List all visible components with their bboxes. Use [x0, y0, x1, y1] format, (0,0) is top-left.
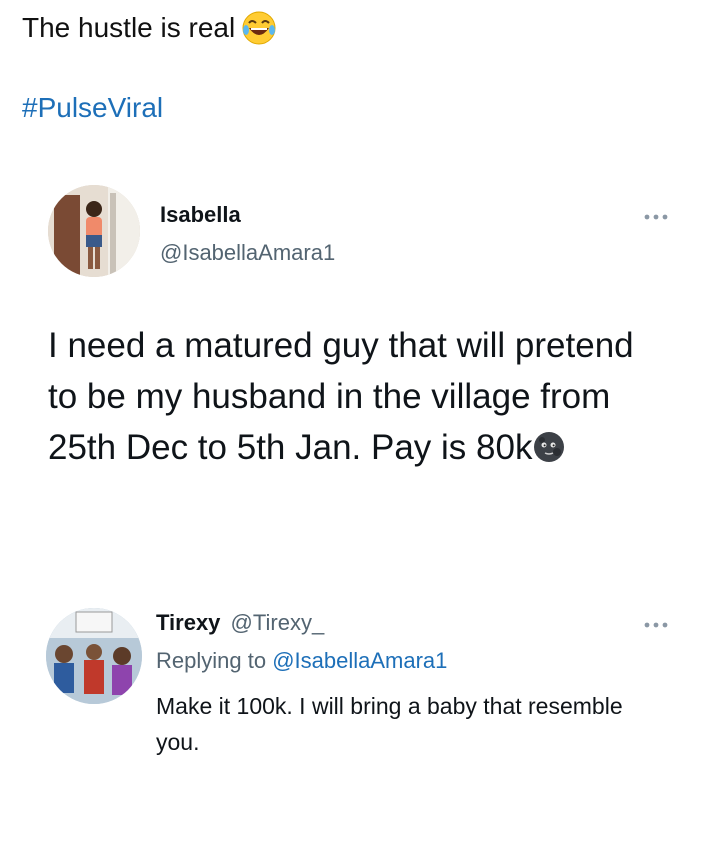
caption-text: The hustle is real: [22, 12, 236, 43]
reply-author-name[interactable]: Tirexy: [156, 610, 220, 635]
reply-header: Tirexy @Tirexy_: [156, 610, 324, 636]
reply-text: Make it 100k. I will bring a baby that r…: [156, 693, 623, 755]
reply-author-handle[interactable]: @Tirexy_: [231, 610, 325, 635]
hashtag-link[interactable]: #PulseViral: [22, 88, 163, 128]
post-caption: The hustle is real: [22, 8, 277, 48]
replying-to-handle-link[interactable]: @IsabellaAmara1: [272, 648, 447, 673]
avatar[interactable]: [48, 185, 140, 277]
replying-to: Replying to @IsabellaAmara1: [156, 648, 447, 674]
tweet-text: I need a matured guy that will pretend t…: [48, 320, 668, 473]
new-moon-face-icon: [532, 427, 566, 462]
replying-to-label: Replying to: [156, 648, 267, 673]
author-name[interactable]: Isabella: [160, 202, 241, 228]
more-options-icon[interactable]: [642, 618, 670, 630]
face-with-tears-of-joy-icon: [241, 10, 277, 46]
avatar[interactable]: [46, 608, 142, 704]
more-options-icon[interactable]: [642, 210, 670, 222]
author-handle[interactable]: @IsabellaAmara1: [160, 240, 335, 266]
reply-tweet: Tirexy @Tirexy_ Replying to @IsabellaAma…: [0, 600, 720, 780]
main-tweet: Isabella @IsabellaAmara1 I need a mature…: [0, 180, 720, 540]
